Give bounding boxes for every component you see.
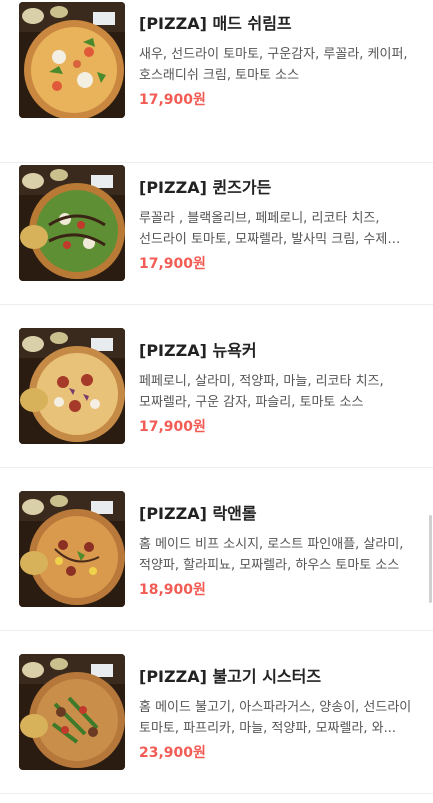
menu-item-info: [PIZZA] 뉴욕커 페페로니, 살라미, 적양파, 마늘, 리코타 치즈, … [139, 341, 419, 437]
menu-item-info: [PIZZA] 락앤롤 홈 메이드 비프 소시지, 로스트 파인애플, 살라미,… [139, 504, 419, 600]
menu-item-title: [PIZZA] 락앤롤 [139, 504, 257, 523]
menu-item-title: [PIZZA] 불고기 시스터즈 [139, 667, 322, 686]
menu-item-description: 홈 메이드 비프 소시지, 로스트 파인애플, 살라미, 적양파, 할라피뇨, … [139, 537, 404, 573]
divider [0, 793, 433, 794]
menu-item-title: [PIZZA] 뉴욕커 [139, 341, 257, 360]
menu-item-price: 17,900원 [139, 92, 206, 108]
pizza-photo-icon[interactable] [19, 2, 125, 118]
menu-item-info: [PIZZA] 매드 쉬림프 새우, 선드라이 토마토, 구운감자, 루꼴라, … [139, 14, 419, 110]
scrollbar[interactable] [429, 515, 432, 603]
menu-item-title: [PIZZA] 퀸즈가든 [139, 178, 272, 197]
menu-item-price: 18,900원 [139, 582, 206, 598]
menu-item-description: 새우, 선드라이 토마토, 구운감자, 루꼴라, 케이퍼, 호스래디쉬 크림, … [139, 47, 408, 83]
menu-item-description: 루꼴라 , 블랙올리브, 페페로니, 리코타 치즈, 선드라이 토마토, 모짜렐… [139, 211, 388, 247]
menu-item[interactable]: [PIZZA] 퀸즈가든 루꼴라 , 블랙올리브, 페페로니, 리코타 치즈, … [0, 142, 433, 305]
menu-item-price: 17,900원 [139, 419, 206, 435]
pizza-photo-icon[interactable] [19, 165, 125, 281]
menu-item-info: [PIZZA] 퀸즈가든 루꼴라 , 블랙올리브, 페페로니, 리코타 치즈, … [139, 178, 419, 274]
menu-item[interactable]: [PIZZA] 불고기 시스터즈 홈 메이드 불고기, 아스파라거스, 양송이,… [0, 631, 433, 794]
pizza-photo-icon[interactable] [19, 491, 125, 607]
menu-item[interactable]: [PIZZA] 매드 쉬림프 새우, 선드라이 토마토, 구운감자, 루꼴라, … [0, 0, 433, 163]
menu-item-description: 홈 메이드 불고기, 아스파라거스, 양송이, 선드라이 토마토, 파프리카, … [139, 700, 412, 736]
menu-item[interactable]: [PIZZA] 락앤롤 홈 메이드 비프 소시지, 로스트 파인애플, 살라미,… [0, 468, 433, 631]
pizza-photo-icon[interactable] [19, 654, 125, 770]
menu-item-info: [PIZZA] 불고기 시스터즈 홈 메이드 불고기, 아스파라거스, 양송이,… [139, 667, 419, 763]
menu-item-price: 17,900원 [139, 256, 206, 272]
menu-item-price: 23,900원 [139, 745, 206, 761]
menu-item-title: [PIZZA] 매드 쉬림프 [139, 14, 292, 33]
menu-item[interactable]: [PIZZA] 뉴욕커 페페로니, 살라미, 적양파, 마늘, 리코타 치즈, … [0, 305, 433, 468]
menu-item-description: 페페로니, 살라미, 적양파, 마늘, 리코타 치즈, 모짜렐라, 구운 감자,… [139, 374, 384, 410]
pizza-photo-icon[interactable] [19, 328, 125, 444]
